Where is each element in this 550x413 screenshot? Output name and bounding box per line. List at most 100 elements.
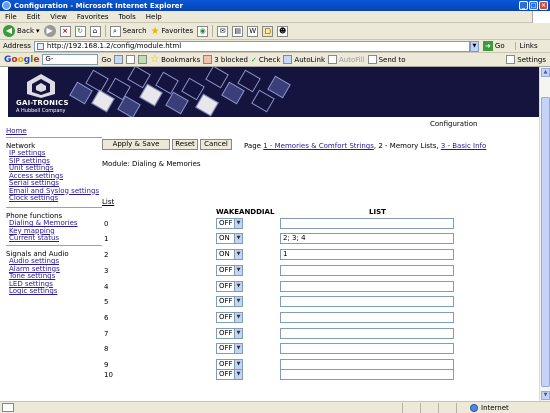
chevron-down-icon: ▼ xyxy=(234,219,242,228)
google-search-icon[interactable] xyxy=(114,55,124,64)
apply-save-button[interactable]: Apply & Save xyxy=(102,139,170,150)
chevron-down-icon: ▼ xyxy=(234,344,242,353)
list-input[interactable] xyxy=(280,218,454,229)
title-bar: Configuration - Microsoft Internet Explo… xyxy=(0,0,550,11)
row-number: 0 xyxy=(104,220,109,228)
brand-subtitle: A Hubbell Company xyxy=(16,108,66,114)
list-row: 4 OFF ▼ xyxy=(0,281,539,293)
back-button[interactable]: ◀ Back ▾ xyxy=(3,25,40,37)
settings-button[interactable]: Settings xyxy=(506,55,546,64)
list-row: 5 OFF ▼ xyxy=(0,296,539,308)
go-icon: ➜ xyxy=(482,41,493,51)
settings-icon xyxy=(506,55,516,64)
list-input[interactable]: 1 xyxy=(280,249,454,260)
windows-logo xyxy=(532,11,550,23)
edit-icon[interactable]: W xyxy=(247,25,259,37)
google-go-button[interactable]: Go xyxy=(101,56,111,64)
menu-help[interactable]: Help xyxy=(141,13,167,21)
column-header-list: LIST xyxy=(369,208,386,216)
list-link[interactable]: List xyxy=(102,198,114,206)
check-button[interactable]: ✓ Check xyxy=(251,56,280,64)
column-header-wakeanddial: WAKEANDDIAL xyxy=(216,208,275,216)
home-icon[interactable]: ⌂ xyxy=(89,25,101,37)
media-icon[interactable]: ◉ xyxy=(197,25,209,37)
search-icon: ⌕ xyxy=(109,25,121,37)
list-input[interactable] xyxy=(280,281,454,292)
scroll-down-button[interactable]: ▼ xyxy=(541,391,550,400)
status-separator xyxy=(402,403,403,413)
menu-file[interactable]: File xyxy=(0,13,22,21)
chevron-down-icon: ▼ xyxy=(234,329,242,338)
list-input[interactable] xyxy=(280,265,454,276)
page-done-icon xyxy=(2,403,14,412)
page-title: Configuration xyxy=(430,120,478,128)
mail-icon[interactable]: ✉ xyxy=(217,25,229,37)
menu-edit[interactable]: Edit xyxy=(22,13,46,21)
address-dropdown[interactable]: ▼ xyxy=(469,40,479,52)
list-input[interactable] xyxy=(280,312,454,323)
nav-divider xyxy=(6,137,102,138)
menu-view[interactable]: View xyxy=(45,13,72,21)
row-number: 7 xyxy=(104,330,109,338)
send-icon xyxy=(367,55,377,64)
wakeanddial-select[interactable]: ON ▼ xyxy=(216,233,243,244)
wakeanddial-select[interactable]: OFF ▼ xyxy=(216,281,243,292)
favorites-button[interactable]: ★ Favorites xyxy=(151,26,194,37)
wakeanddial-select[interactable]: OFF ▼ xyxy=(216,312,243,323)
menu-favorites[interactable]: Favorites xyxy=(72,13,114,21)
bookmarks-button[interactable]: ☆ Bookmarks xyxy=(150,54,200,65)
discuss-icon[interactable]: ▢ xyxy=(262,25,274,37)
wakeanddial-select[interactable]: OFF ▼ xyxy=(216,328,243,339)
cancel-button[interactable]: Cancel xyxy=(200,139,232,150)
wakeanddial-select[interactable]: OFF ▼ xyxy=(216,343,243,354)
links-button[interactable]: Links xyxy=(514,42,538,50)
search-button[interactable]: ⌕ Search xyxy=(109,25,147,37)
nav-clock-settings[interactable]: Clock settings xyxy=(9,194,99,203)
pagerank-icon[interactable] xyxy=(126,55,136,64)
wakeanddial-select[interactable]: ON ▼ xyxy=(216,249,243,260)
row-number: 10 xyxy=(104,371,113,379)
go-button[interactable]: ➜ Go xyxy=(482,41,505,51)
autolink-button[interactable]: AutoLink xyxy=(283,55,325,64)
list-input[interactable] xyxy=(280,343,454,354)
close-button[interactable]: × xyxy=(539,1,548,10)
news-icon[interactable] xyxy=(138,55,148,64)
popup-blocker-button[interactable]: 3 blocked xyxy=(203,55,248,64)
chevron-down-icon: ▼ xyxy=(234,313,242,322)
row-number: 2 xyxy=(104,251,109,259)
maximize-button[interactable]: □ xyxy=(529,1,538,10)
blocked-icon xyxy=(203,55,213,64)
chevron-down-icon: ▼ xyxy=(234,297,242,306)
scroll-thumb[interactable] xyxy=(541,97,550,387)
wakeanddial-select[interactable]: OFF ▼ xyxy=(216,296,243,307)
print-icon[interactable]: ▤ xyxy=(232,25,244,37)
refresh-icon[interactable]: ↻ xyxy=(74,25,86,37)
reset-button[interactable]: Reset xyxy=(172,139,198,150)
address-input[interactable]: http://192.168.1.2/config/module.html xyxy=(33,40,470,52)
wakeanddial-select[interactable]: OFF ▼ xyxy=(216,218,243,229)
nav-divider xyxy=(6,245,102,246)
list-input[interactable]: 2; 3; 4 xyxy=(280,233,454,244)
scroll-up-button[interactable]: ▲ xyxy=(541,68,550,77)
nav-home-link[interactable]: Home xyxy=(6,127,27,136)
list-input[interactable] xyxy=(280,328,454,339)
forward-icon[interactable]: ▶ xyxy=(43,25,56,37)
status-separator xyxy=(420,403,421,413)
send-to-button[interactable]: Send to xyxy=(367,55,406,64)
page-link-1[interactable]: 1 - Memories & Comfort Strings xyxy=(263,142,374,150)
google-search-input[interactable]: G- xyxy=(42,54,99,65)
list-input[interactable] xyxy=(280,369,454,380)
wakeanddial-select[interactable]: OFF ▼ xyxy=(216,265,243,276)
page-link-3[interactable]: 3 - Basic Info xyxy=(441,142,486,150)
stop-icon[interactable]: × xyxy=(59,25,71,37)
menu-tools[interactable]: Tools xyxy=(114,13,141,21)
wakeanddial-select[interactable]: OFF ▼ xyxy=(216,369,243,380)
address-label: Address xyxy=(3,42,31,50)
chevron-down-icon: ▼ xyxy=(234,370,242,379)
menu-bar: File Edit View Favorites Tools Help xyxy=(0,11,550,23)
list-input[interactable] xyxy=(280,296,454,307)
messenger-icon[interactable]: ☻ xyxy=(277,25,289,37)
vertical-scrollbar[interactable]: ▲ ▼ xyxy=(539,67,550,401)
minimize-button[interactable]: _ xyxy=(519,1,528,10)
autofill-button[interactable]: AutoFill xyxy=(328,55,365,64)
